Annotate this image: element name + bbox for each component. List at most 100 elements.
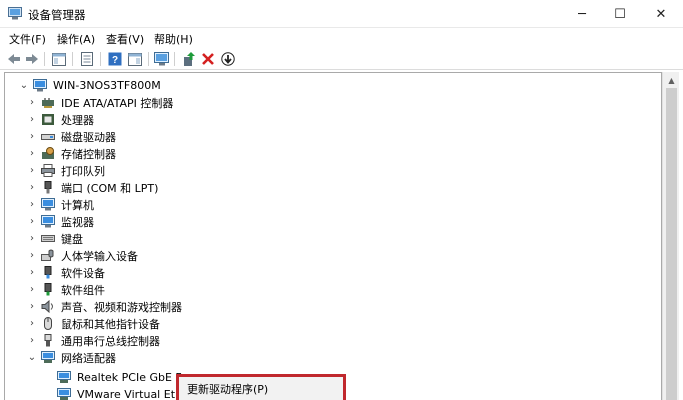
svg-text:?: ? [112,55,118,66]
port-icon [44,181,52,194]
root-label: WIN-3NOS3TF800M [53,79,161,92]
tree-item-label: IDE ATA/ATAPI 控制器 [61,96,174,110]
menu-file[interactable]: 文件(F) [9,31,46,47]
chevron-right-icon[interactable]: › [27,148,37,159]
network-adapter-icon [57,371,71,383]
usb-icon [44,334,52,347]
scroll-up-icon[interactable]: ▲ [663,72,680,88]
tree-item-label: 软件组件 [61,283,105,297]
storage-controller-icon [42,147,54,159]
tree-item-ide[interactable]: › IDE ATA/ATAPI 控制器 [5,94,173,111]
device-manager-icon [8,7,22,20]
uninstall-icon[interactable] [200,51,216,67]
chevron-down-icon[interactable]: ⌄ [19,80,29,91]
show-pane-icon[interactable] [127,51,143,67]
tree-item-label: 打印队列 [61,164,105,178]
tree-item-software-device[interactable]: › 软件设备 [5,264,105,281]
tree-item-label: 键盘 [61,232,83,246]
help-icon[interactable]: ? [107,51,123,67]
chevron-right-icon[interactable]: › [27,335,37,346]
tree-item-processor[interactable]: › 处理器 [5,111,94,128]
tree-item-label: 端口 (COM 和 LPT) [61,181,159,195]
menu-help[interactable]: 帮助(H) [154,31,193,47]
software-device-icon [44,266,52,279]
chevron-right-icon[interactable]: › [27,182,37,193]
tree-item-printer[interactable]: › 打印队列 [5,162,105,179]
keyboard-icon [41,235,55,242]
chevron-right-icon[interactable]: › [27,216,37,227]
chevron-right-icon[interactable]: › [27,97,37,108]
tree-item-keyboard[interactable]: › 键盘 [5,230,83,247]
tree-item-sound[interactable]: › 声音、视频和游戏控制器 [5,298,182,315]
scroll-thumb[interactable] [666,88,677,400]
forward-icon[interactable] [24,51,40,67]
menu-view[interactable]: 查看(V) [106,31,144,47]
chevron-right-icon[interactable]: › [27,284,37,295]
software-component-icon [44,283,52,296]
tree-item-label: 磁盘驱动器 [61,130,116,144]
tree-item-monitor[interactable]: › 监视器 [5,213,94,230]
tree-item-storage[interactable]: › 存储控制器 [5,145,116,162]
tree-item-label: 通用串行总线控制器 [61,334,160,348]
toolbar: ? [0,48,683,70]
network-adapter-icon [41,351,55,363]
chevron-right-icon[interactable]: › [27,250,37,261]
chevron-right-icon[interactable]: › [27,165,37,176]
title-bar: 设备管理器 ─ ☐ ✕ [0,0,683,28]
back-icon[interactable] [6,51,22,67]
ide-controller-icon [42,98,54,108]
disk-drive-icon [41,134,55,140]
tree-root[interactable]: ⌄ WIN-3NOS3TF800M [5,77,161,94]
tree-item-software-component[interactable]: › 软件组件 [5,281,105,298]
menu-bar: 文件(F) 操作(A) 查看(V) 帮助(H) [0,28,683,48]
mouse-icon [44,317,52,330]
tree-item-label: VMware Virtual Eth [77,388,182,400]
tree-item-mouse[interactable]: › 鼠标和其他指针设备 [5,315,160,332]
menu-action[interactable]: 操作(A) [57,31,95,47]
tree-item-vmware[interactable]: VMware Virtual Eth [5,386,182,400]
network-adapter-icon [57,388,71,400]
tree-item-label: 声音、视频和游戏控制器 [61,300,182,314]
chevron-right-icon[interactable]: › [27,267,37,278]
tree-item-disk[interactable]: › 磁盘驱动器 [5,128,116,145]
tree-item-computer[interactable]: › 计算机 [5,196,94,213]
tree-item-hid[interactable]: › 人体学输入设备 [5,247,138,264]
properties-icon[interactable] [79,51,95,67]
chevron-right-icon[interactable]: › [27,131,37,142]
tree-item-usb[interactable]: › 通用串行总线控制器 [5,332,160,349]
tree-item-label: Realtek PCIe GbE F [77,371,182,384]
tree-item-network[interactable]: ⌄ 网络适配器 [5,349,116,366]
monitor-icon [41,215,55,228]
console-tree-icon[interactable] [51,51,67,67]
tree-item-label: 处理器 [61,113,94,127]
chevron-right-icon[interactable]: › [27,318,37,329]
tree-item-label: 鼠标和其他指针设备 [61,317,160,331]
hid-icon [41,249,54,261]
update-driver-menu-item[interactable]: 更新驱动程序(P) [187,381,268,397]
scan-hardware-icon[interactable] [154,51,170,67]
context-menu: 更新驱动程序(P) [176,374,346,400]
chevron-down-icon[interactable]: ⌄ [27,352,37,363]
tree-item-realtek[interactable]: Realtek PCIe GbE F [5,369,182,386]
processor-icon [42,114,54,125]
chevron-right-icon[interactable]: › [27,114,37,125]
vertical-scrollbar[interactable]: ▲ [662,72,679,400]
computer-icon [41,198,55,211]
chevron-right-icon[interactable]: › [27,199,37,210]
sound-icon [41,300,53,313]
window-title: 设备管理器 [28,8,86,22]
computer-root-icon [33,79,47,92]
tree-item-label: 计算机 [61,198,94,212]
chevron-right-icon[interactable]: › [27,233,37,244]
device-tree: ⌄ WIN-3NOS3TF800M › IDE ATA/ATAPI 控制器 › … [4,72,662,400]
tree-item-port[interactable]: › 端口 (COM 和 LPT) [5,179,158,196]
update-driver-icon[interactable] [181,51,197,67]
maximize-button[interactable]: ☐ [598,0,642,28]
close-button[interactable]: ✕ [639,0,683,28]
tree-item-label: 监视器 [61,215,94,229]
chevron-right-icon[interactable]: › [27,301,37,312]
download-icon[interactable] [220,51,236,67]
printer-icon [41,164,55,177]
tree-item-label: 人体学输入设备 [61,249,138,263]
tree-item-label: 软件设备 [61,266,105,280]
